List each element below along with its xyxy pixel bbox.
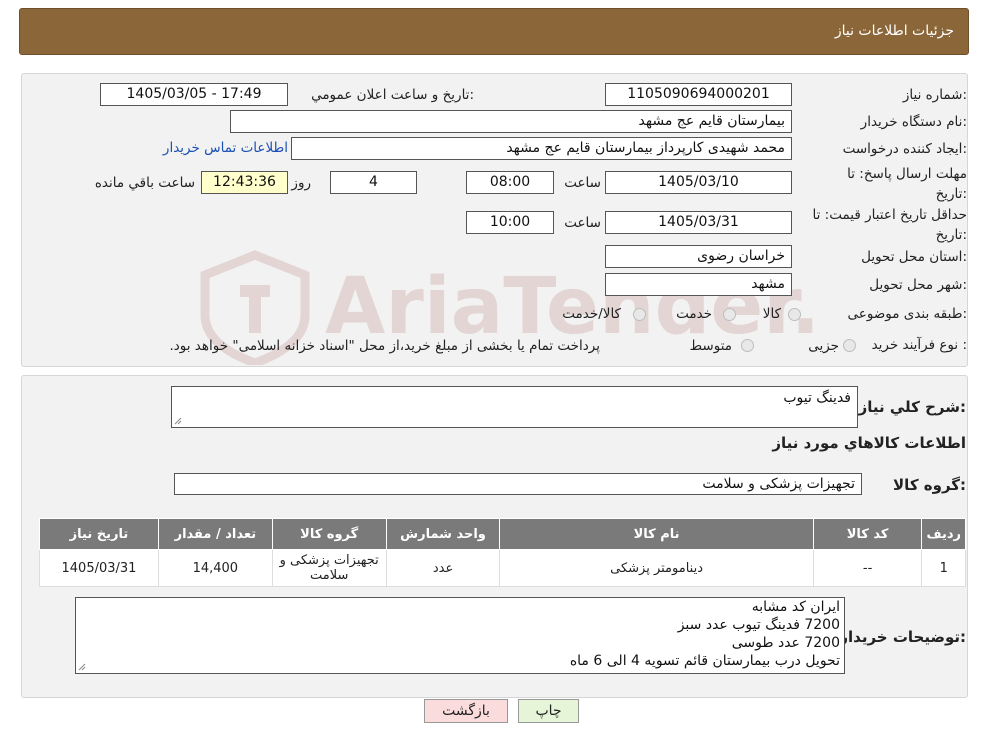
category-radio-goods-service[interactable]	[633, 308, 646, 321]
notes-line-2: 7200 فدینگ تیوب عدد سبز	[677, 617, 840, 633]
notes-line-1: ایران کد مشابه	[751, 599, 840, 615]
deadline-label: مهلت ارسال پاسخ: تا تاریخ:	[847, 166, 967, 202]
need-number-field: 1105090694000201	[605, 83, 792, 106]
col-unit: واحد شمارش	[385, 518, 501, 550]
col-row: رديف	[921, 518, 966, 550]
deadline-date-field: 1405/03/10	[605, 171, 792, 194]
group-field: تجهیزات پزشکی و سلامت	[174, 473, 862, 495]
col-name: نام کالا	[499, 518, 814, 550]
announce-label: تاریخ و ساعت اعلان عمومي:	[311, 87, 474, 103]
city-label: شهر محل تحویل:	[869, 277, 967, 293]
col-code: کد کالا	[812, 518, 923, 550]
notes-label: توضیحات خریدار:	[839, 628, 966, 646]
deadline-time-label: ساعت	[564, 175, 601, 191]
remaining-time-field: 12:43:36	[201, 171, 288, 194]
cell-name: دینامومتر پزشکی	[499, 549, 814, 587]
resize-grip-icon[interactable]	[78, 663, 86, 671]
creator-label: ایجاد کننده درخواست:	[842, 141, 967, 157]
cell-code: --	[812, 549, 923, 587]
process-radio-minor[interactable]	[843, 339, 856, 352]
notes-line-3: 7200 عدد طوسی	[731, 635, 840, 651]
category-radio-service[interactable]	[723, 308, 736, 321]
deadline-time-field: 08:00	[466, 171, 554, 194]
page-title: جزئیات اطلاعات نیاز	[834, 23, 954, 39]
validity-label: حداقل تاريخ اعتبار قيمت: تا تاریخ:	[812, 207, 967, 243]
buyer-org-label: نام دستگاه خريدار:	[860, 114, 967, 130]
notes-line-4: تحویل درب بیمارستان قائم تسویه 4 الی 6 م…	[569, 653, 840, 669]
resize-grip-icon[interactable]	[174, 417, 182, 425]
category-radio-goods[interactable]	[788, 308, 801, 321]
group-label: گروه کالا:	[893, 476, 966, 494]
desc-field: فدینگ تیوب	[171, 386, 858, 428]
validity-time-label: ساعت	[564, 215, 601, 231]
category-option-goods: کالا	[762, 306, 781, 322]
validity-date-field: 1405/03/31	[605, 211, 792, 234]
process-option-medium: متوسط	[689, 338, 732, 354]
col-date: تاریخ نیاز	[39, 518, 159, 550]
province-label: استان محل تحویل:	[861, 249, 967, 265]
category-option-service: خدمت	[676, 306, 712, 322]
items-table: رديف کد کالا نام کالا واحد شمارش گروه کا…	[39, 518, 966, 587]
process-radio-medium[interactable]	[741, 339, 754, 352]
category-label: طبقه بندی موضوعی:	[847, 306, 967, 322]
need-number-label: شماره نیاز:	[902, 87, 967, 103]
notes-field: ایران کد مشابه 7200 فدینگ تیوب عدد سبز 7…	[75, 597, 845, 674]
process-note: پرداخت تمام یا بخشی از مبلغ خرید،از محل …	[169, 338, 600, 354]
table-row: 1 -- دینامومتر پزشکی عدد تجهیزات پزشکی و…	[39, 549, 966, 587]
desc-label: شرح کلي نياز:	[858, 398, 966, 416]
page-header: جزئیات اطلاعات نیاز	[19, 8, 969, 55]
process-label: نوع فرآیند خرید :	[871, 337, 967, 353]
col-qty: تعداد / مقدار	[157, 518, 273, 550]
province-field: خراسان رضوی	[605, 245, 792, 268]
buyer-org-field: بیمارستان قایم عج مشهد	[230, 110, 792, 133]
print-button[interactable]: چاپ	[518, 699, 579, 723]
announce-field: 1405/03/05 - 17:49	[100, 83, 288, 106]
contact-info-link[interactable]: اطلاعات تماس خریدار	[163, 140, 288, 156]
items-section-title: اطلاعات کالاهاي مورد نياز	[772, 434, 966, 452]
cell-qty: 14,400	[157, 549, 273, 587]
cell-date: 1405/03/31	[39, 549, 159, 587]
days-field: 4	[330, 171, 417, 194]
cell-row: 1	[921, 549, 966, 587]
remaining-label: ساعت باقي مانده	[94, 175, 195, 191]
cell-unit: عدد	[385, 549, 501, 587]
back-button[interactable]: بازگشت	[424, 699, 508, 723]
creator-field: محمد شهیدی کارپرداز بیمارستان قایم عج مش…	[291, 137, 792, 160]
category-option-goods-service: کالا/خدمت	[562, 306, 621, 322]
validity-time-field: 10:00	[466, 211, 554, 234]
city-field: مشهد	[605, 273, 792, 296]
process-option-minor: جزیی	[808, 338, 839, 354]
cell-group: تجهیزات پزشکی و سلامت	[271, 549, 387, 587]
col-group: گروه کالا	[271, 518, 387, 550]
